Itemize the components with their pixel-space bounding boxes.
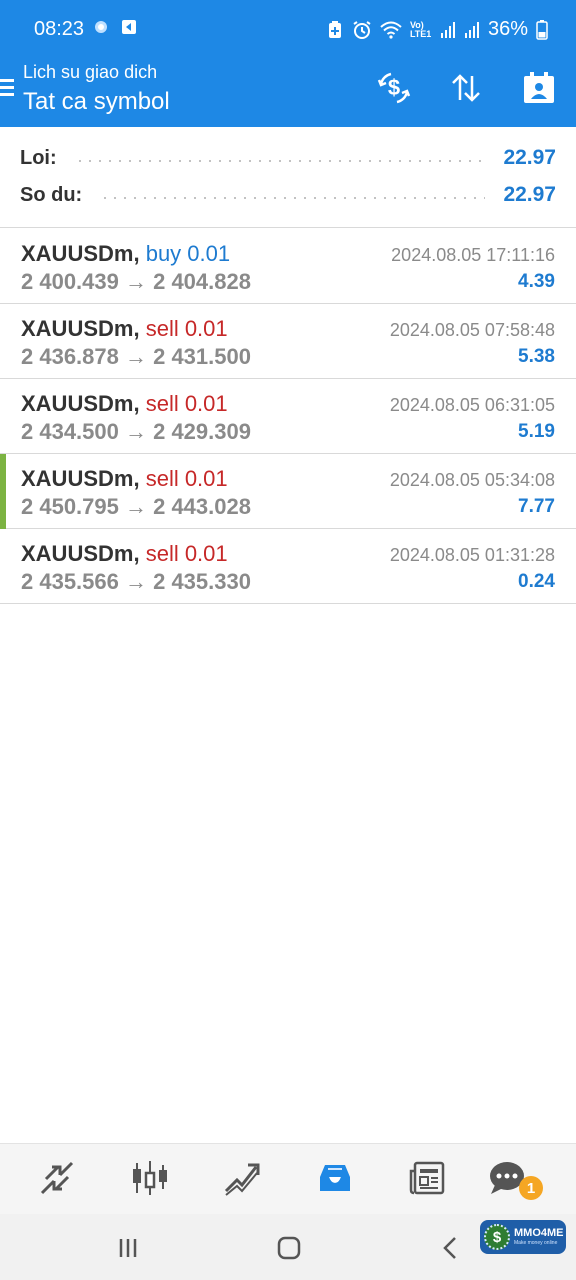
trade-time: 2024.08.05 07:58:48: [389, 320, 555, 340]
recent-apps-button[interactable]: [112, 1232, 144, 1264]
sort-icon: [452, 74, 480, 102]
mmo4me-logo: $ MMO4ME Make money online: [480, 1220, 566, 1254]
history-icon: [320, 1165, 350, 1191]
trade-row[interactable]: XAUUSDm, sell 0.01 2 436.878 → 2 431.500…: [0, 304, 576, 379]
trade-title: XAUUSDm, sell 0.01: [21, 391, 228, 417]
home-icon: [277, 1236, 301, 1260]
trade-symbol: XAUUSDm,: [21, 541, 140, 566]
bottom-navigation: [0, 1143, 576, 1214]
network-label: Vo) LTE1: [409, 19, 432, 39]
status-left-icons: [92, 18, 138, 36]
trade-profit: 5.19: [518, 421, 555, 442]
nav-chart[interactable]: [130, 1158, 170, 1198]
trade-prices: 2 436.878 → 2 431.500: [21, 344, 251, 369]
trade-title: XAUUSDm, sell 0.01: [21, 541, 228, 567]
currency-exchange-button[interactable]: $: [376, 70, 412, 106]
trade-row[interactable]: XAUUSDm, buy 0.01 2 400.439 → 2 404.828 …: [0, 229, 576, 304]
trade-side: sell 0.01: [145, 541, 228, 566]
balance-value: 22.97: [503, 183, 556, 206]
page-title[interactable]: Tat ca symbol: [23, 88, 170, 116]
calendar-person-icon: [524, 72, 554, 103]
trade-time: 2024.08.05 17:11:16: [391, 245, 555, 265]
svg-text:$: $: [388, 75, 400, 100]
logo-name: MMO4ME: [514, 1227, 564, 1239]
chart-icon: [133, 1161, 167, 1195]
status-right: Vo) LTE1 36%: [326, 18, 548, 41]
signal-icon-1: [440, 21, 455, 38]
trade-symbol: XAUUSDm,: [21, 391, 140, 416]
trade-icon: [224, 1163, 260, 1196]
period-button[interactable]: [521, 70, 557, 106]
trade-side: sell 0.01: [145, 316, 228, 341]
app-header: 08:23 Vo) LTE1 36% Lich su giao dich Tat…: [0, 0, 576, 127]
trade-row[interactable]: XAUUSDm, sell 0.01 2 435.566 → 2 435.330…: [0, 529, 576, 604]
sort-button[interactable]: [448, 70, 484, 106]
nav-trade[interactable]: [222, 1158, 262, 1198]
wifi-icon: [380, 21, 402, 39]
signal-icon-2: [464, 21, 479, 38]
profit-row: Loi: 22.97: [20, 143, 556, 173]
trade-side: buy 0.01: [145, 241, 231, 266]
trade-title: XAUUSDm, buy 0.01: [21, 241, 230, 267]
menu-icon[interactable]: [0, 78, 16, 100]
dotted-leader: [74, 160, 486, 162]
logo-text: MMO4ME Make money online: [514, 1228, 564, 1246]
trade-profit: 0.24: [518, 571, 555, 592]
dotted-leader: [100, 197, 486, 199]
status-time: 08:23: [34, 18, 85, 40]
alarm-icon: [353, 20, 371, 39]
currency-exchange-icon: $: [377, 72, 411, 104]
battery-icon: [536, 19, 548, 40]
battery-saver-icon: [328, 20, 341, 38]
notification-dot-icon: [95, 21, 107, 33]
trade-profit: 5.38: [518, 346, 555, 367]
battery-percentage: 36%: [487, 18, 528, 40]
news-icon: [409, 1161, 445, 1195]
trade-prices: 2 400.439 → 2 404.828: [21, 269, 251, 294]
nav-news[interactable]: [407, 1158, 447, 1198]
balance-label: So du:: [20, 183, 83, 206]
trade-row-selected[interactable]: XAUUSDm, sell 0.01 2 450.795 → 2 443.028…: [0, 454, 576, 529]
trade-time: 2024.08.05 06:31:05: [389, 395, 555, 415]
back-button[interactable]: [434, 1232, 466, 1264]
trade-symbol: XAUUSDm,: [21, 466, 140, 491]
trade-profit: 4.39: [518, 271, 555, 292]
trade-title: XAUUSDm, sell 0.01: [21, 316, 228, 342]
trade-title: XAUUSDm, sell 0.01: [21, 466, 228, 492]
trade-time: 2024.08.05 01:31:28: [389, 545, 555, 565]
summary-panel: Loi: 22.97 So du: 22.97: [0, 127, 576, 228]
page-subtitle: Lich su giao dich: [23, 62, 158, 82]
balance-row: So du: 22.97: [20, 180, 556, 210]
trade-time: 2024.08.05 05:34:08: [389, 470, 555, 490]
trade-symbol: XAUUSDm,: [21, 316, 140, 341]
recent-apps-icon: [119, 1239, 137, 1257]
trade-symbol: XAUUSDm,: [21, 241, 140, 266]
trade-prices: 2 450.795 → 2 443.028: [21, 494, 251, 519]
quotes-icon: [40, 1161, 74, 1195]
status-bar: 08:23 Vo) LTE1 36%: [0, 0, 576, 58]
profit-value: 22.97: [503, 146, 556, 169]
trade-side: sell 0.01: [145, 391, 228, 416]
trade-prices: 2 435.566 → 2 435.330: [21, 569, 251, 594]
home-button[interactable]: [273, 1232, 305, 1264]
nav-history[interactable]: [315, 1158, 355, 1198]
trade-prices: 2 434.500 → 2 429.309: [21, 419, 251, 444]
trade-row[interactable]: XAUUSDm, sell 0.01 2 434.500 → 2 429.309…: [0, 379, 576, 454]
trade-side: sell 0.01: [145, 466, 228, 491]
dollar-coin-icon: $: [484, 1224, 510, 1250]
profit-label: Loi:: [20, 146, 57, 169]
logo-tagline: Make money online: [514, 1240, 558, 1246]
back-icon: [443, 1237, 456, 1259]
trade-profit: 7.77: [518, 496, 555, 517]
chat-badge: 1: [519, 1176, 543, 1200]
nav-quotes[interactable]: [37, 1158, 77, 1198]
app-notification-icon: [122, 20, 136, 34]
